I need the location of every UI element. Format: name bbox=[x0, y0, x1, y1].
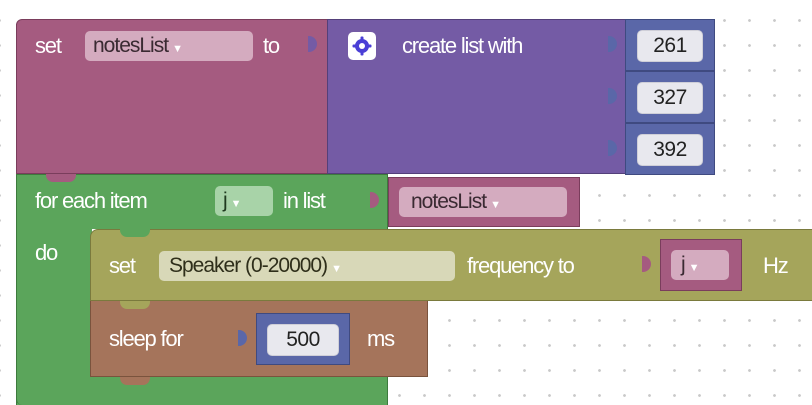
for-each-block-footer bbox=[16, 376, 388, 405]
create-list-block[interactable]: create list with bbox=[327, 19, 627, 174]
get-variable-block[interactable]: notesList ▼ bbox=[388, 177, 580, 227]
create-list-label: create list with bbox=[402, 33, 523, 58]
speaker-device-dropdown[interactable]: Speaker (0-20000) ▼ bbox=[159, 251, 455, 281]
to-keyword: to bbox=[263, 33, 280, 58]
number-field[interactable]: 500 bbox=[267, 324, 339, 356]
block-connector bbox=[46, 174, 76, 182]
loop-variable-dropdown[interactable]: j ▼ bbox=[215, 186, 273, 216]
block-connector bbox=[120, 229, 150, 237]
set-keyword: set bbox=[109, 253, 136, 278]
chevron-down-icon: ▼ bbox=[331, 263, 342, 275]
unit-hz-label: Hz bbox=[763, 253, 789, 278]
frequency-to-keyword: frequency to bbox=[467, 253, 575, 278]
gear-icon[interactable] bbox=[348, 32, 376, 60]
chevron-down-icon: ▼ bbox=[230, 198, 242, 210]
chevron-down-icon: ▼ bbox=[688, 262, 700, 274]
for-each-keyword: for each item bbox=[35, 188, 148, 213]
get-variable-block[interactable]: j ▼ bbox=[660, 239, 742, 291]
chevron-down-icon: ▼ bbox=[172, 43, 183, 55]
variable-dropdown-j[interactable]: j ▼ bbox=[671, 250, 729, 280]
unit-ms-label: ms bbox=[367, 326, 395, 351]
set-keyword: set bbox=[35, 33, 62, 58]
number-field[interactable]: 392 bbox=[637, 134, 703, 166]
in-list-keyword: in list bbox=[283, 188, 326, 213]
for-each-block-header[interactable]: for each item j ▼ in list bbox=[16, 174, 388, 229]
do-keyword: do bbox=[35, 240, 58, 265]
number-block[interactable]: 261 bbox=[625, 19, 715, 71]
variable-name: notesList bbox=[411, 190, 487, 213]
variable-dropdown-noteslist[interactable]: notesList ▼ bbox=[85, 31, 253, 61]
loop-variable-name: j bbox=[223, 189, 228, 212]
number-block[interactable]: 392 bbox=[625, 123, 715, 175]
set-variable-block[interactable]: set notesList ▼ to bbox=[16, 19, 328, 174]
device-name: Speaker (0-20000) bbox=[169, 254, 328, 277]
chevron-down-icon: ▼ bbox=[490, 199, 501, 211]
number-block[interactable]: 500 bbox=[256, 313, 350, 365]
number-field[interactable]: 261 bbox=[637, 30, 703, 62]
block-connector bbox=[120, 301, 150, 309]
number-field[interactable]: 327 bbox=[637, 82, 703, 114]
variable-name: j bbox=[681, 253, 686, 276]
block-connector bbox=[120, 377, 150, 385]
variable-name: notesList bbox=[93, 34, 169, 57]
variable-dropdown-noteslist[interactable]: notesList ▼ bbox=[399, 187, 567, 217]
sleep-for-label: sleep for bbox=[109, 326, 184, 351]
number-block[interactable]: 327 bbox=[625, 71, 715, 123]
